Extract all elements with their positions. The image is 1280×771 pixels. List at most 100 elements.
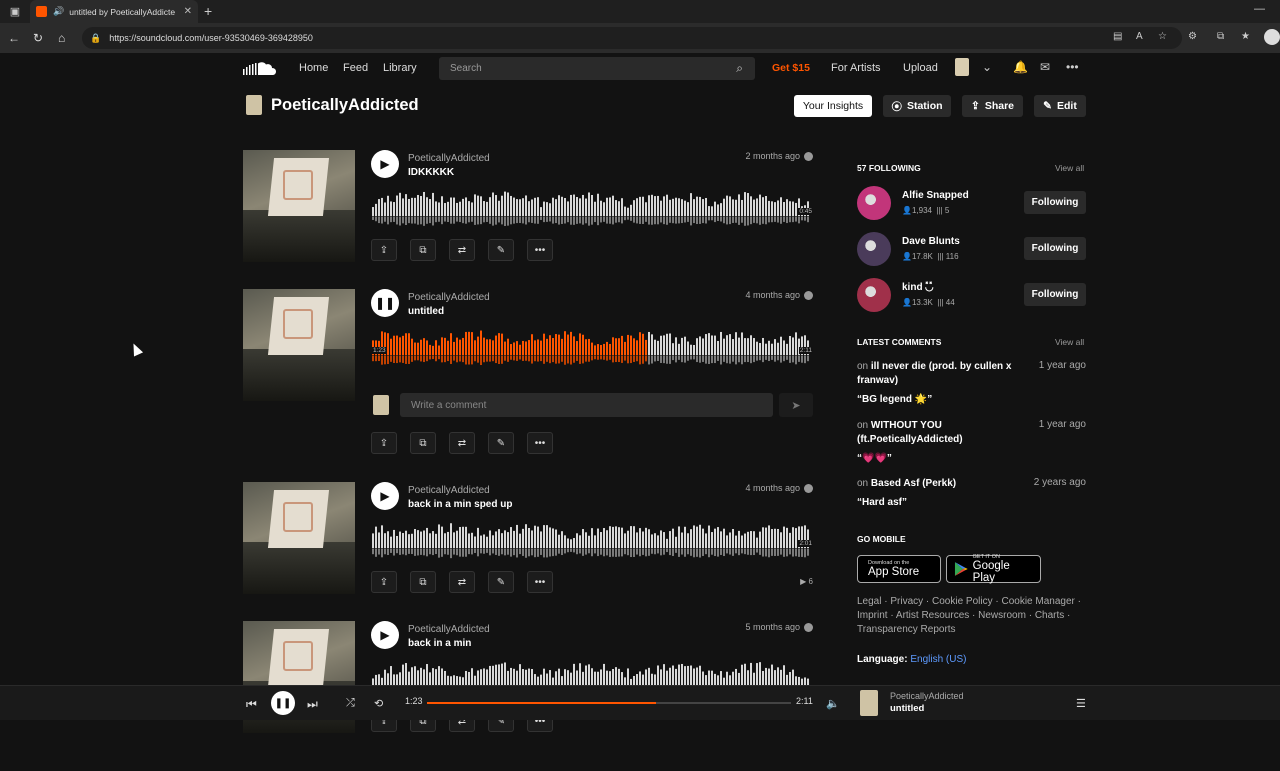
comment-input[interactable]: Write a comment [400,393,773,417]
comments-view-all[interactable]: View all [1055,337,1084,347]
track-title[interactable]: back in a min sped up [408,499,512,510]
track-artist[interactable]: PoeticallyAddicted [408,624,490,635]
track-waveform[interactable] [372,186,812,228]
share-icon[interactable]: ⇪ [371,432,397,454]
nav-feed[interactable]: Feed [343,62,368,74]
legal-links[interactable]: Legal · Privacy · Cookie Policy · Cookie… [857,595,1089,637]
following-user[interactable]: kind ◟̽◞̽ 👤13.3K ||| 44 Following [857,278,1086,312]
track-artist[interactable]: PoeticallyAddicted [408,485,490,496]
station-button[interactable]: ⦿ Station [883,95,951,117]
copy-link-icon[interactable]: ⧉ [410,571,436,593]
pause-button[interactable]: ❚❚ [271,691,295,715]
track-artwork[interactable] [243,482,355,594]
upload-link[interactable]: Upload [903,62,938,74]
refresh-icon[interactable]: ↻ [33,31,43,45]
browser-profile-avatar[interactable] [1264,29,1280,45]
read-aloud-icon[interactable]: A [1136,31,1143,42]
more-icon[interactable]: ••• [527,571,553,593]
more-icon[interactable]: ••• [527,432,553,454]
player-track-artwork[interactable] [860,690,878,716]
share-button[interactable]: ⇪ Share [962,95,1023,117]
profile-name[interactable]: PoeticallyAddicted [271,96,419,115]
pause-button[interactable]: ❚❚ [371,289,399,317]
back-icon[interactable]: ← [8,31,20,45]
track-artist[interactable]: PoeticallyAddicted [408,292,490,303]
soundcloud-logo-icon[interactable] [243,60,277,77]
edit-icon[interactable]: ✎ [488,239,514,261]
track-artwork[interactable] [243,150,355,262]
browser-tab[interactable]: 🔊 untitled by PoeticallyAddicte ✕ [30,0,198,23]
volume-icon[interactable]: 🔈 [826,697,840,710]
track-artwork[interactable] [243,289,355,401]
get-15-link[interactable]: Get $15 [772,62,810,74]
your-insights-button[interactable]: Your Insights [794,95,872,117]
comment-track-link[interactable]: WITHOUT YOU (ft.PoeticallyAddicted) [857,420,963,445]
speaker-icon[interactable]: 🔊 [53,6,64,17]
search-input[interactable]: Search ⌕ [439,57,755,80]
split-icon[interactable]: ⧉ [1217,31,1224,42]
following-button[interactable]: Following [1024,283,1086,306]
copy-link-icon[interactable]: ⧉ [410,239,436,261]
user-avatar[interactable] [857,278,891,312]
search-icon[interactable]: ⌕ [736,61,743,76]
track-waveform[interactable] [372,518,812,560]
next-icon[interactable]: ⏭ [307,697,318,712]
following-user[interactable]: Alfie Snapped 👤1,934 ||| 5 Following [857,186,1086,220]
nav-library[interactable]: Library [383,62,417,74]
send-comment-icon[interactable]: ➤ [779,393,813,417]
user-avatar[interactable] [857,186,891,220]
track-title[interactable]: IDKKKKK [408,167,454,178]
edit-icon[interactable]: ✎ [488,432,514,454]
track-title[interactable]: untitled [408,306,444,317]
repost-icon[interactable]: ⇄ [449,432,475,454]
google-play-button[interactable]: GET IT ON Google Play [946,554,1041,584]
share-icon[interactable]: ⇪ [371,571,397,593]
following-button[interactable]: Following [1024,191,1086,214]
new-tab-icon[interactable]: + [204,3,212,19]
following-user[interactable]: Dave Blunts 👤17.8K ||| 116 Following [857,232,1086,266]
extensions-icon[interactable]: ⚙ [1188,31,1197,42]
play-button[interactable]: ▶ [371,482,399,510]
url-field[interactable]: 🔒 https://soundcloud.com/user-93530469-3… [82,27,1182,49]
following-user-name[interactable]: Dave Blunts [902,236,960,247]
app-store-button[interactable]: Download on the App Store [857,555,941,583]
language-value[interactable]: English (US) [910,654,966,665]
comment-text[interactable]: “BG legend 🌟” [857,394,1086,405]
reader-icon[interactable]: ▤ [1113,31,1122,42]
repost-icon[interactable]: ⇄ [449,571,475,593]
copy-link-icon[interactable]: ⧉ [410,432,436,454]
notifications-bell-icon[interactable]: 🔔 [1013,60,1028,74]
favorite-icon[interactable]: ☆ [1158,31,1167,42]
following-user-name[interactable]: kind ◟̽◞̽ [902,282,933,293]
player-artist[interactable]: PoeticallyAddicted [890,691,964,701]
comment-track-link[interactable]: ill never die (prod. by cullen x franwav… [857,361,1012,386]
edit-icon[interactable]: ✎ [488,571,514,593]
following-user-name[interactable]: Alfie Snapped [902,190,969,201]
track-waveform[interactable] [372,325,812,367]
chevron-down-icon[interactable]: ⌄ [982,60,992,74]
share-icon[interactable]: ⇪ [371,239,397,261]
user-avatar[interactable] [857,232,891,266]
following-button[interactable]: Following [1024,237,1086,260]
nav-home[interactable]: Home [299,62,328,74]
track-title[interactable]: back in a min [408,638,471,649]
comment-track-link[interactable]: Based Asf (Perkk) [871,478,956,489]
queue-icon[interactable]: ☰ [1076,697,1086,710]
tab-actions-icon[interactable]: ▣ [8,5,22,19]
minimize-icon[interactable]: — [1254,3,1265,15]
player-progress-bar[interactable] [427,702,791,704]
repeat-icon[interactable]: ⟲ [374,697,383,710]
more-icon[interactable]: ••• [1066,60,1079,74]
home-icon[interactable]: ⌂ [58,31,65,45]
repost-icon[interactable]: ⇄ [449,239,475,261]
close-tab-icon[interactable]: ✕ [184,6,192,17]
more-icon[interactable]: ••• [527,239,553,261]
following-header[interactable]: 57 FOLLOWING [857,163,921,173]
collections-icon[interactable]: ★ [1241,31,1250,42]
player-track-title[interactable]: untitled [890,703,924,714]
user-avatar[interactable] [955,58,969,76]
comment-text[interactable]: “Hard asf” [857,497,1086,508]
play-button[interactable]: ▶ [371,621,399,649]
language-selector[interactable]: Language: English (US) [857,654,966,665]
track-artist[interactable]: PoeticallyAddicted [408,153,490,164]
